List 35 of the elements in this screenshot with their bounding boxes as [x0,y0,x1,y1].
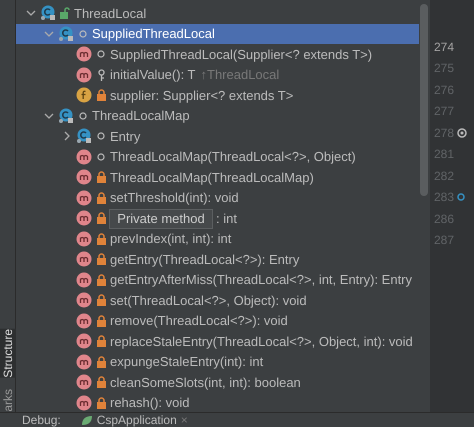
override-icon[interactable] [457,128,468,138]
tooltip: Private method [109,209,213,229]
member-label[interactable]: ThreadLocalMap(ThreadLocal<?>, Object) [110,147,356,166]
member-label[interactable]: remove(ThreadLocal<?>): void [110,311,288,330]
chevron-right-icon[interactable] [64,131,70,142]
leaf-icon [80,414,93,426]
member-label[interactable]: ThreadLocal [74,4,146,23]
debug-label: Debug: [22,412,61,427]
member-label[interactable]: set(ThreadLocal<?>, Object): void [110,290,307,310]
member-label[interactable]: : int [216,208,237,228]
member-label[interactable]: getEntryAfterMiss(ThreadLocal<?>, int, Entry): Entry [110,270,412,290]
member-label[interactable]: rehash(): void [110,393,190,412]
selection-highlight[interactable]: SuppliedThreadLocal [16,24,419,44]
member-label[interactable]: Entry [110,126,140,146]
run-config-tab[interactable]: CspApplication × [80,411,188,427]
member-label[interactable]: SuppliedThreadLocal [92,24,215,44]
member-label[interactable]: getEntry(ThreadLocal<?>): Entry [110,250,300,269]
member-label[interactable]: ThreadLocalMap [92,106,190,126]
member-label[interactable]: initialValue(): T [110,65,196,84]
member-label[interactable]: ThreadLocalMap(ThreadLocalMap) [110,168,314,187]
member-label[interactable]: expungeStaleEntry(int): int [110,352,264,372]
inherited-label: ↑ThreadLocal [200,66,280,84]
chevron-down-icon[interactable] [44,112,54,119]
member-label[interactable]: prevIndex(int, int): int [110,229,232,248]
line-number: 274 [434,38,454,56]
scrollbar-thumb[interactable] [420,4,428,196]
member-label[interactable]: SuppliedThreadLocal(Supplier<? extends T>) [110,44,372,64]
member-label[interactable]: cleanSomeSlots(int, int): boolean [110,372,301,392]
side-tab[interactable]: arks [0,389,16,412]
side-tab[interactable]: Structure [0,328,16,378]
member-label[interactable]: supplier: Supplier<? extends T> [110,86,294,105]
member-label[interactable]: setThreshold(int): void [110,188,239,208]
member-label[interactable]: replaceStaleEntry(ThreadLocal<?>, Object, int): void [110,332,413,351]
breakpoint-icon[interactable] [457,193,466,202]
chevron-down-icon[interactable] [26,10,36,16]
